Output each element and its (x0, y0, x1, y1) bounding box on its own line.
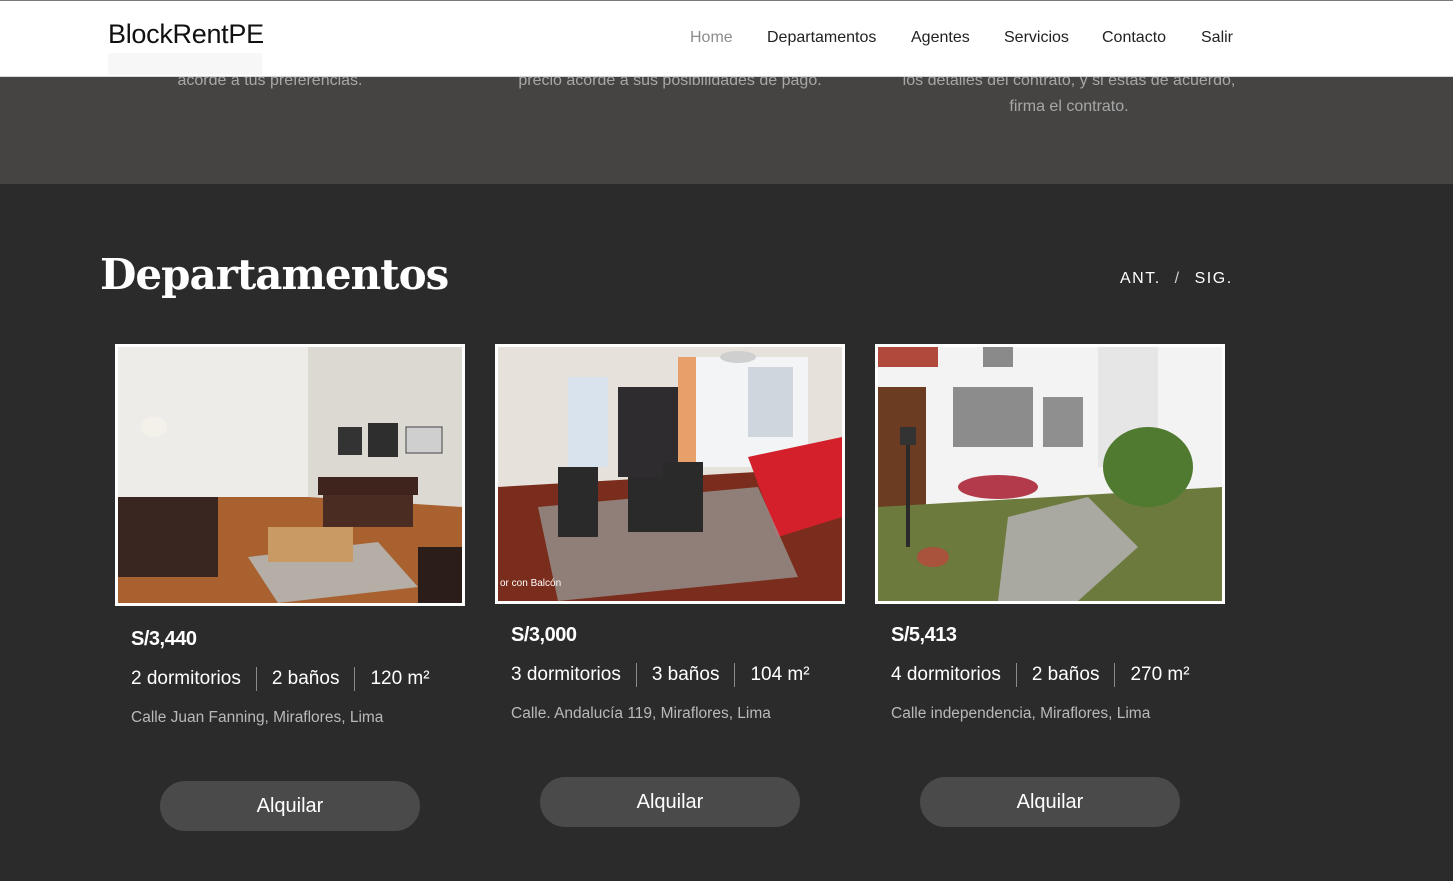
listing-card: S/5,413 4 dormitorios 2 baños 270 m² Cal… (875, 344, 1225, 827)
pager-separator: / (1174, 270, 1181, 287)
living-room-image (118, 347, 462, 603)
rent-button[interactable]: Alquilar (160, 781, 420, 831)
listing-bathrooms: 2 baños (1031, 664, 1100, 685)
rent-button[interactable]: Alquilar (540, 777, 800, 827)
listing-bathrooms: 3 baños (651, 664, 720, 685)
nav-home[interactable]: Home (690, 29, 733, 47)
nav-servicios[interactable]: Servicios (1004, 29, 1069, 47)
listing-specs: 4 dormitorios 2 baños 270 m² (891, 663, 1190, 687)
spec-divider (635, 663, 637, 687)
listing-address: Calle independencia, Miraflores, Lima (891, 705, 1151, 722)
steps-band: acorde a tus preferencias. precio acorde… (0, 72, 1453, 184)
section-title: Departamentos (100, 250, 449, 299)
spec-divider (1114, 663, 1116, 687)
nav-salir[interactable]: Salir (1201, 29, 1233, 47)
house-exterior-image (878, 347, 1222, 601)
photo-caption: or con Balcón (500, 578, 562, 589)
listing-specs: 2 dormitorios 2 baños 120 m² (131, 667, 430, 691)
listing-area: 120 m² (370, 668, 430, 689)
listing-bedrooms: 2 dormitorios (131, 668, 241, 689)
spec-divider (255, 667, 257, 691)
listing-price: S/3,440 (131, 628, 197, 650)
listing-price: S/3,000 (511, 624, 577, 646)
listing-photo[interactable] (115, 344, 465, 606)
listing-area: 104 m² (750, 664, 810, 685)
listing-area: 270 m² (1130, 664, 1190, 685)
listing-bedrooms: 3 dormitorios (511, 664, 621, 685)
listing-price: S/5,413 (891, 624, 957, 646)
listing-card: S/3,440 2 dormitorios 2 baños 120 m² Cal… (115, 344, 465, 831)
nav-menu: Home Departamentos Agentes Servicios Con… (0, 29, 1453, 53)
carousel-pager: ANT. / SIG. (1120, 270, 1233, 288)
brand-backdrop (108, 53, 262, 75)
listing-specs: 3 dormitorios 3 baños 104 m² (511, 663, 810, 687)
top-navbar: BlockRentPE Home Departamentos Agentes S… (0, 0, 1453, 77)
rent-button[interactable]: Alquilar (920, 777, 1180, 827)
prev-link[interactable]: ANT. (1120, 270, 1161, 287)
nav-agentes[interactable]: Agentes (911, 29, 970, 47)
listing-photo[interactable]: or con Balcón (495, 344, 845, 604)
next-link[interactable]: SIG. (1195, 270, 1233, 287)
spec-divider (354, 667, 356, 691)
listing-bathrooms: 2 baños (271, 668, 340, 689)
spec-divider (1015, 663, 1017, 687)
listing-card: or con Balcón S/3,000 3 dormitorios 3 ba… (495, 344, 845, 827)
step-right-text-line2: firma el contrato. (1009, 98, 1129, 115)
listing-address: Calle. Andalucía 119, Miraflores, Lima (511, 705, 771, 722)
nav-contacto[interactable]: Contacto (1102, 29, 1166, 47)
spec-divider (734, 663, 736, 687)
listing-photo[interactable] (875, 344, 1225, 604)
nav-departamentos[interactable]: Departamentos (767, 29, 876, 47)
listing-address: Calle Juan Fanning, Miraflores, Lima (131, 709, 384, 726)
dining-room-image (498, 347, 842, 601)
listing-bedrooms: 4 dormitorios (891, 664, 1001, 685)
